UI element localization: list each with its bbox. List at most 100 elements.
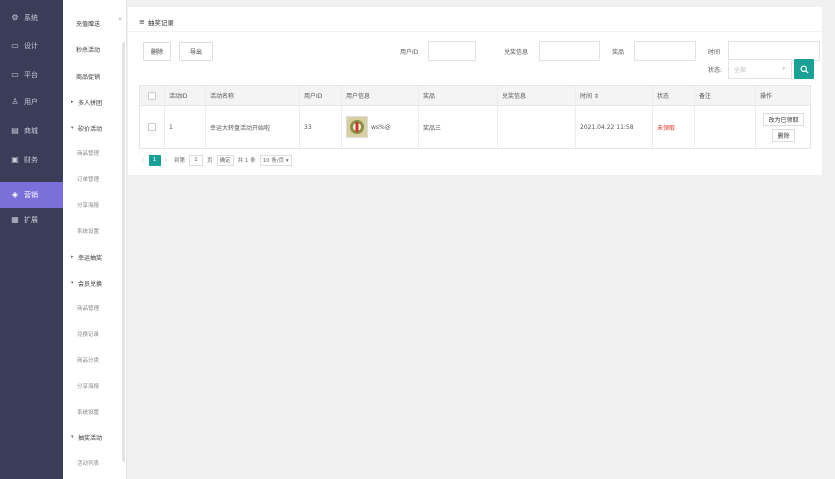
submenu-item[interactable]: 商品管理: [63, 296, 127, 320]
submenu-item[interactable]: 订单管理: [63, 167, 127, 191]
submenu-item[interactable]: 商品促销: [63, 64, 127, 88]
marketing-icon: ◈: [11, 190, 19, 199]
header-prize-info: 兑奖信息: [502, 93, 527, 100]
row-select-cell: [140, 106, 164, 148]
export-button[interactable]: 导出: [179, 42, 213, 61]
chevron-down-icon: ▾: [71, 125, 74, 131]
pagination: 〈 1 〉 到第 1 页 确定 共 1 条 10 条/页 ▾: [139, 153, 296, 167]
submenu-item[interactable]: 系统设置: [63, 400, 127, 424]
header-time-sortable[interactable]: 时间 ⇕: [575, 86, 652, 105]
avatar: [346, 116, 368, 138]
select-all-checkbox[interactable]: [148, 91, 156, 100]
header-activity-id: 活动ID: [169, 93, 188, 100]
sub-menu: 充值赠送 秒杀活动 商品促销 ▸ 多人拼团 ▾ 砍价活动 商品管理 订单管理 分…: [63, 0, 127, 479]
nav-item-label: 平台: [24, 71, 38, 79]
nav-item-marketing[interactable]: ◈ 营销: [0, 182, 63, 208]
avatar-image: [347, 117, 367, 137]
nav-item-platform[interactable]: ▭ 平台: [0, 62, 63, 88]
chevron-right-icon: ▸: [71, 254, 74, 260]
time-label: 时间: [708, 49, 721, 56]
prize-info-input[interactable]: [539, 41, 600, 61]
search-button[interactable]: [794, 59, 814, 79]
cell-activity-id: 1: [169, 123, 173, 131]
nav-item-label: 用户: [24, 98, 38, 106]
monitor-icon: ▭: [11, 41, 19, 50]
collapse-menu-icon[interactable]: «: [118, 15, 122, 23]
nav-item-design[interactable]: ▭ 设计: [0, 33, 63, 59]
main-nav: ⚙ 系统 ▭ 设计 ▭ 平台 ♙ 用户 ▤ 商城 ▣ 财务 ◈ 营销 ▦ 扩展: [0, 0, 63, 479]
cell-actions: 改为已领取 删除: [755, 106, 812, 148]
nav-item-label: 设计: [24, 42, 38, 50]
submenu-item[interactable]: 分享海报: [63, 193, 127, 217]
prev-page-button[interactable]: 〈: [139, 155, 145, 166]
submenu-item[interactable]: 兑换记录: [63, 322, 127, 346]
next-page-button[interactable]: 〉: [165, 155, 171, 166]
header-user-id: 用户ID: [304, 93, 323, 100]
nav-item-user[interactable]: ♙ 用户: [0, 89, 63, 115]
time-range-input[interactable]: [728, 41, 820, 61]
total-count: 共 1 条: [237, 158, 256, 164]
goto-confirm-button[interactable]: 确定: [216, 154, 234, 166]
prize-info-label: 兑奖信息: [504, 49, 529, 56]
page-title: ≡ 抽奖记录: [139, 17, 174, 27]
goto-prefix: 到第: [174, 158, 186, 164]
submenu-group[interactable]: ▾ 抽奖活动: [63, 425, 127, 449]
title-divider: [128, 31, 822, 32]
table-header: 活动ID 活动名称 用户ID 用户信息 奖品 兑奖信息 时间 ⇕ 状态 备注 操…: [139, 85, 811, 106]
mark-received-button[interactable]: 改为已领取: [763, 112, 804, 126]
submenu-group-label: 会员兑换: [78, 280, 103, 288]
row-checkbox[interactable]: [148, 123, 156, 131]
search-icon: [799, 64, 809, 74]
submenu-group[interactable]: ▾ 砍价活动: [63, 116, 127, 140]
submenu-scrollbar[interactable]: [122, 42, 125, 462]
chevron-down-icon: ▾: [71, 434, 74, 440]
header-remark: 备注: [699, 93, 712, 100]
nav-item-label: 商城: [24, 127, 38, 135]
cell-user-id: 33: [304, 123, 312, 131]
submenu-group[interactable]: ▾ 会员兑换: [63, 271, 127, 295]
prize-label: 奖品: [612, 49, 625, 56]
cell-prize: 奖品三: [423, 124, 442, 132]
submenu-group-label: 砍价活动: [78, 125, 103, 133]
status-select[interactable]: 全部 ▾: [728, 59, 792, 79]
submenu-group[interactable]: ▸ 多人拼团: [63, 90, 127, 114]
gear-icon: ⚙: [11, 13, 19, 22]
user-id-input[interactable]: [428, 41, 476, 61]
record-card: ≡ 抽奖记录 删除 导出 用户ID 兑奖信息 奖品 时间 状态: 全部 ▾ 活动…: [128, 7, 822, 175]
nav-item-finance[interactable]: ▣ 财务: [0, 147, 63, 173]
status-badge: 未领取: [657, 124, 676, 132]
extend-icon: ▦: [11, 215, 19, 224]
submenu-item[interactable]: 分享海报: [63, 374, 127, 398]
submenu-item[interactable]: 活动列表: [63, 451, 127, 475]
delete-row-button[interactable]: 删除: [772, 128, 795, 142]
monitor-icon: ▭: [11, 70, 19, 79]
header-actions: 操作: [760, 93, 773, 100]
cell-time: 2021.04.22 11:58: [580, 123, 634, 131]
cell-user-info: ws%@: [341, 106, 418, 148]
nav-item-system[interactable]: ⚙ 系统: [0, 5, 63, 31]
page-size-select[interactable]: 10 条/页 ▾: [259, 154, 292, 166]
submenu-item[interactable]: 系统设置: [63, 219, 127, 243]
chevron-right-icon: ▸: [71, 99, 74, 105]
submenu-item[interactable]: 秒杀活动: [63, 37, 127, 61]
status-label: 状态:: [708, 67, 723, 74]
prize-input[interactable]: [634, 41, 696, 61]
page-title-text: 抽奖记录: [147, 19, 174, 27]
submenu-group-label: 多人拼团: [78, 99, 103, 107]
nav-item-label: 系统: [24, 14, 38, 22]
submenu-item[interactable]: 商品分类: [63, 348, 127, 372]
nav-item-shop[interactable]: ▤ 商城: [0, 118, 63, 144]
nav-item-extend[interactable]: ▦ 扩展: [0, 207, 63, 233]
finance-icon: ▣: [11, 155, 19, 164]
submenu-item[interactable]: 商品管理: [63, 141, 127, 165]
goto-page-input[interactable]: 1: [189, 154, 204, 166]
select-all-cell: [140, 86, 164, 105]
submenu-group-label: 幸运抽奖: [78, 254, 103, 262]
table-row: 1 幸运大转盘活动开始啦 33 ws%@ 奖品三 2021.04.22 11:5…: [139, 106, 811, 149]
nav-item-label: 营销: [24, 191, 38, 199]
header-activity-name: 活动名称: [210, 93, 235, 100]
submenu-group[interactable]: ▸ 幸运抽奖: [63, 245, 127, 269]
delete-button[interactable]: 删除: [143, 42, 171, 61]
page-1-button[interactable]: 1: [148, 154, 161, 166]
goto-suffix: 页: [207, 158, 213, 164]
